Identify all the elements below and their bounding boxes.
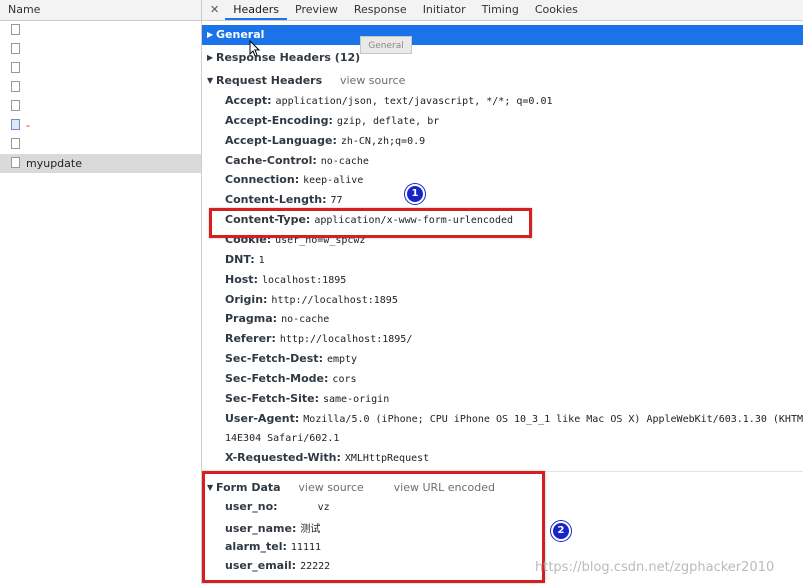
request-row[interactable] (0, 21, 201, 40)
general-section-header[interactable]: ▶ General (202, 25, 803, 45)
request-header-row: Origin: http://localhost:1895 (225, 293, 398, 306)
header-value: zh-CN,zh;q=0.9 (340, 135, 426, 147)
expand-triangle-icon: ▶ (207, 53, 214, 62)
request-header-row: User-Agent: Mozilla/5.0 (iPhone; CPU iPho… (225, 412, 803, 425)
file-icon (11, 24, 20, 35)
header-value: 77 (330, 195, 343, 207)
file-icon (11, 62, 20, 73)
request-headers-label: Request Headers (216, 74, 323, 87)
tab-headers[interactable]: Headers (225, 0, 288, 20)
close-icon[interactable]: ✕ (202, 0, 225, 20)
tab-cookies[interactable]: Cookies (527, 0, 586, 20)
request-headers-view-source-link[interactable]: view source (340, 74, 405, 87)
file-icon (11, 81, 20, 92)
header-name: X-Requested-With: (225, 451, 341, 465)
request-row[interactable]: myupdate (0, 154, 201, 173)
name-column-header[interactable]: Name (0, 0, 201, 21)
header-name: Sec-Fetch-Dest: (225, 352, 323, 366)
file-icon (11, 43, 20, 54)
request-header-row: DNT: 1 (225, 253, 265, 266)
request-headers-section-header[interactable]: ▼ Request Headers view source (202, 71, 405, 91)
request-header-row: Sec-Fetch-Site: same-origin (225, 392, 389, 405)
request-header-row: X-Requested-With: XMLHttpRequest (225, 451, 429, 464)
request-list-panel: Name - myupdate (0, 0, 202, 584)
header-name: Accept-Encoding: (225, 113, 333, 127)
response-headers-section-header[interactable]: ▶ Response Headers (12) (202, 48, 360, 68)
header-name: Accept: (225, 94, 272, 107)
header-value: XMLHttpRequest (344, 453, 430, 465)
header-name: Content-Length: (225, 193, 327, 207)
header-name: Cache-Control: (225, 153, 317, 167)
tab-initiator[interactable]: Initiator (415, 0, 474, 20)
header-value: http://localhost:1895/ (279, 334, 413, 346)
request-name: - (26, 119, 30, 132)
request-row[interactable]: - (0, 116, 201, 135)
request-header-row: Host: localhost:1895 (225, 273, 346, 286)
annotation-badge-2: 2 (551, 521, 571, 541)
header-name: Referer: (225, 332, 276, 346)
header-value: same-origin (322, 393, 390, 405)
request-header-row: Referer: http://localhost:1895/ (225, 332, 412, 345)
header-name: Sec-Fetch-Site: (225, 391, 319, 405)
annotation-badge-1: 1 (405, 184, 425, 204)
image-icon (11, 119, 20, 130)
header-name: User-Agent: (225, 411, 300, 425)
request-header-row: Accept: application/json, text/javascript… (225, 94, 553, 107)
request-header-row: Cache-Control: no-cache (225, 154, 369, 167)
detail-tabs: ✕ Headers Preview Response Initiator Tim… (202, 0, 803, 21)
tab-response[interactable]: Response (346, 0, 415, 20)
header-name: Sec-Fetch-Mode: (225, 371, 329, 385)
header-value: gzip, deflate, br (336, 115, 440, 127)
request-header-row: Accept-Encoding: gzip, deflate, br (225, 114, 439, 127)
header-value: no-cache (320, 155, 369, 167)
request-header-row: Connection: keep-alive (225, 173, 363, 186)
collapse-triangle-icon: ▼ (207, 76, 214, 85)
header-value: 14E304 Safari/602.1 (225, 433, 340, 445)
general-tooltip: General (360, 36, 412, 54)
request-header-row: Sec-Fetch-Dest: empty (225, 352, 357, 365)
file-icon (11, 138, 20, 149)
header-value: localhost:1895 (261, 274, 347, 286)
header-value: cors (332, 373, 357, 385)
tab-preview[interactable]: Preview (287, 0, 346, 20)
content-type-highlight-box (209, 208, 532, 238)
header-value: keep-alive (303, 175, 364, 187)
request-header-row: Content-Length: 77 (225, 193, 343, 206)
request-header-row: Accept-Language: zh-CN,zh;q=0.9 (225, 134, 425, 147)
headers-panel: ✕ Headers Preview Response Initiator Tim… (202, 0, 803, 584)
header-name: Host: (225, 272, 258, 286)
form-data-highlight-box (202, 471, 545, 583)
tab-timing[interactable]: Timing (474, 0, 527, 20)
header-value: 1 (258, 254, 265, 266)
request-row[interactable] (0, 135, 201, 154)
expand-triangle-icon: ▶ (207, 30, 214, 39)
watermark: https://blog.csdn.net/zgphacker2010 (535, 560, 775, 575)
file-icon (11, 157, 20, 168)
header-value: http://localhost:1895 (271, 294, 398, 306)
request-row[interactable] (0, 40, 201, 59)
file-icon (11, 100, 20, 111)
header-value: no-cache (281, 314, 330, 326)
request-name: myupdate (26, 157, 82, 170)
request-row[interactable] (0, 78, 201, 97)
header-name: Accept-Language: (225, 133, 337, 147)
request-row[interactable] (0, 59, 201, 78)
header-value: empty (326, 354, 358, 366)
header-name: DNT: (225, 252, 255, 266)
request-header-row: Pragma: no-cache (225, 312, 329, 325)
header-value: Mozilla/5.0 (iPhone; CPU iPhone OS 10_3_… (303, 413, 803, 425)
header-value: application/json, text/javascript, */*; … (275, 96, 553, 107)
request-list: - myupdate (0, 21, 201, 173)
header-name: Pragma: (225, 312, 278, 326)
header-name: Connection: (225, 173, 300, 187)
request-header-row: Sec-Fetch-Mode: cors (225, 372, 357, 385)
request-header-row: 14E304 Safari/602.1 (225, 431, 339, 444)
header-name: Origin: (225, 292, 268, 306)
request-row[interactable] (0, 97, 201, 116)
response-headers-label: Response Headers (12) (216, 51, 361, 64)
